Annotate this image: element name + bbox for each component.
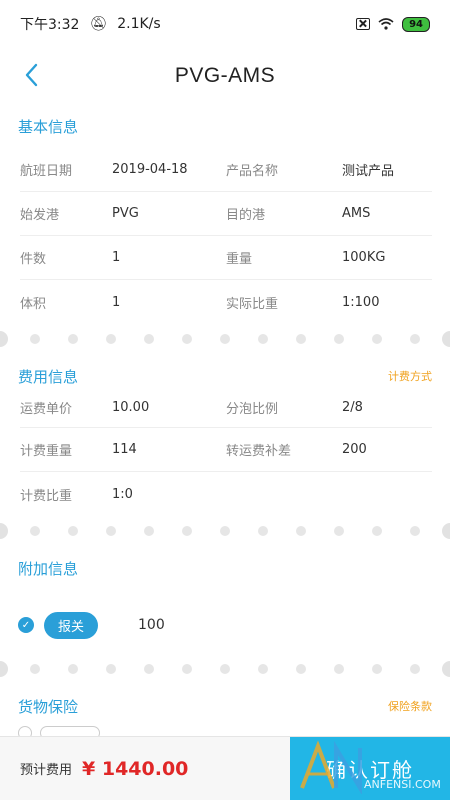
estimated-fee-label: 预计费用 xyxy=(20,763,73,778)
field-value: 2/8 xyxy=(342,400,363,415)
info-row: 体积 1 实际比重 1:100 xyxy=(20,280,432,324)
field-label: 计费重量 xyxy=(20,444,73,459)
field-value: AMS xyxy=(342,206,371,221)
ticket-divider xyxy=(0,324,450,354)
estimated-fee-value: ¥ 1440.00 xyxy=(82,757,189,780)
field-value: 1:100 xyxy=(342,294,380,310)
field-label: 计费比重 xyxy=(20,488,73,504)
field-label: 目的港 xyxy=(226,208,266,223)
page-title: PVG-AMS xyxy=(174,64,276,87)
field-label: 产品名称 xyxy=(226,164,279,179)
field-label: 件数 xyxy=(20,252,47,267)
field-value: 2019-04-18 xyxy=(112,162,188,177)
field-value: 10.00 xyxy=(112,400,150,415)
info-row: 计费比重 1:0 xyxy=(20,472,432,516)
status-bar: 下午3:32 🔕︎ 2.1K/s 94 xyxy=(0,0,450,48)
ticket-divider xyxy=(0,516,450,546)
extra-item-row: ✓ 报关 100 xyxy=(0,600,450,650)
fee-info-section: 费用信息 计费方式 运费单价 10.00 分泡比例 2/8 计费重量 114 转… xyxy=(0,354,450,516)
bell-off-icon: 🔕︎ xyxy=(89,16,108,32)
insurance-title: 货物保险 xyxy=(18,697,79,716)
network-speed: 2.1K/s xyxy=(117,16,161,32)
field-label: 运费单价 xyxy=(20,402,73,417)
back-arrow-icon[interactable] xyxy=(20,62,46,88)
field-label: 始发港 xyxy=(20,208,60,223)
field-value: 1 xyxy=(112,250,121,265)
field-value: PVG xyxy=(112,206,139,221)
info-row: 航班日期 2019-04-18 产品名称 测试产品 xyxy=(20,148,432,192)
bottom-bar: 预计费用 ¥ 1440.00 确认订舱 xyxy=(0,736,450,800)
field-label: 转运费补差 xyxy=(226,444,292,459)
basic-info-title: 基本信息 xyxy=(18,117,79,136)
field-label: 重量 xyxy=(226,252,253,267)
field-label: 分泡比例 xyxy=(226,402,279,417)
customs-tag-button[interactable]: 报关 xyxy=(44,611,99,639)
field-value: 1:0 xyxy=(112,486,133,502)
battery-icon: 94 xyxy=(402,16,430,32)
billing-method-link[interactable]: 计费方式 xyxy=(388,368,432,384)
field-value: 114 xyxy=(112,442,137,457)
field-label: 航班日期 xyxy=(20,164,73,179)
field-value: 测试产品 xyxy=(342,164,395,179)
field-value: 200 xyxy=(342,442,367,457)
check-icon[interactable]: ✓ xyxy=(18,617,34,633)
info-row: 运费单价 10.00 分泡比例 2/8 xyxy=(20,388,432,428)
nav-bar: PVG-AMS xyxy=(0,48,450,104)
fee-info-title: 费用信息 xyxy=(18,367,79,386)
field-value: 1 xyxy=(112,294,121,310)
customs-fee-value: 100 xyxy=(138,617,165,633)
info-row: 件数 1 重量 100KG xyxy=(20,236,432,280)
estimated-fee-area: 预计费用 ¥ 1440.00 xyxy=(0,737,290,800)
ticket-divider xyxy=(0,654,450,684)
insurance-section: 货物保险 保险条款 xyxy=(0,684,450,728)
insurance-terms-link[interactable]: 保险条款 xyxy=(388,698,432,714)
confirm-booking-button[interactable]: 确认订舱 xyxy=(290,737,450,800)
status-time: 下午3:32 xyxy=(20,17,80,33)
info-row: 始发港 PVG 目的港 AMS xyxy=(20,192,432,236)
wifi-icon xyxy=(378,18,394,30)
sim-off-icon xyxy=(356,18,371,30)
field-label: 实际比重 xyxy=(226,296,279,312)
field-value: 100KG xyxy=(342,250,386,265)
info-row: 计费重量 114 转运费补差 200 xyxy=(20,428,432,472)
basic-info-section: 基本信息 航班日期 2019-04-18 产品名称 测试产品 始发港 PVG 目… xyxy=(0,104,450,324)
field-label: 体积 xyxy=(20,296,47,312)
extra-info-section: 附加信息 xyxy=(0,546,450,590)
extra-info-title: 附加信息 xyxy=(18,559,79,578)
